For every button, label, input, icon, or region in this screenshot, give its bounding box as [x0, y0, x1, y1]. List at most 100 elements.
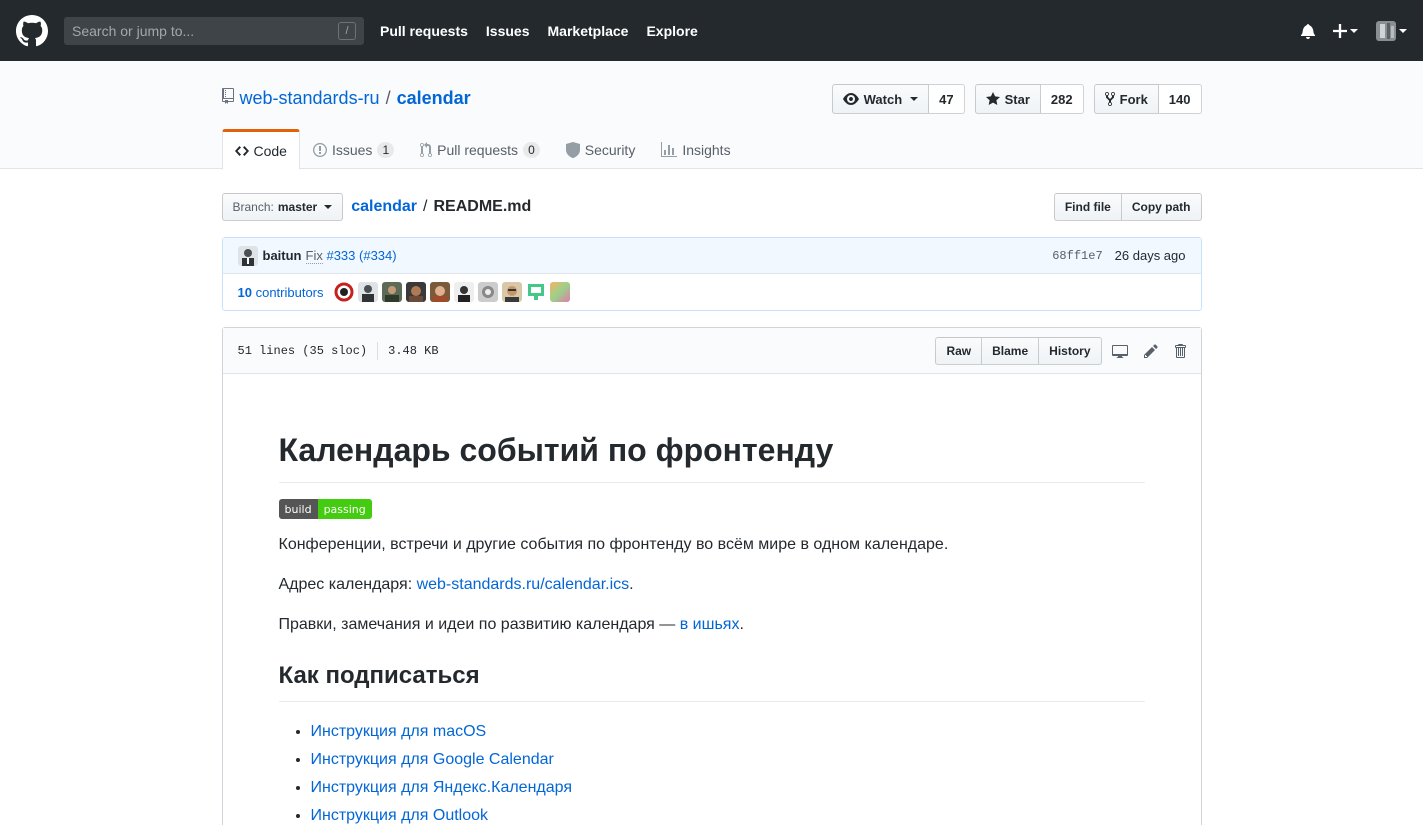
nav-issues[interactable]: Issues: [486, 23, 530, 39]
contributors-link[interactable]: 10 contributors: [238, 285, 324, 300]
global-header: Search or jump to... / Pull requests Iss…: [0, 0, 1423, 61]
avatar[interactable]: [429, 282, 450, 302]
list-item: Инструкция для Google Calendar: [311, 746, 1145, 774]
badge-status: passing: [317, 499, 372, 519]
tab-code[interactable]: Code: [221, 129, 300, 170]
commit-issue-link[interactable]: #333: [326, 248, 355, 263]
commit-message: Fix #333 (#334): [305, 248, 397, 264]
contributors-bar: 10 contributors: [223, 274, 1201, 310]
fork-label: Fork: [1119, 91, 1148, 107]
issue-opened-icon: [312, 143, 327, 157]
avatar[interactable]: [525, 282, 546, 302]
yandex-calendar-instructions-link[interactable]: Инструкция для Яндекс.Календаря: [311, 779, 573, 796]
star-button[interactable]: Star: [974, 84, 1041, 114]
avatar[interactable]: [357, 282, 378, 302]
repo-name-link[interactable]: calendar: [397, 88, 471, 109]
commit-message-link[interactable]: Fix: [305, 248, 323, 264]
commit-author-link[interactable]: baitun: [263, 248, 302, 263]
commit-sha-link[interactable]: 68ff1e7: [1052, 249, 1102, 263]
blame-button[interactable]: Blame: [982, 336, 1040, 365]
star-count[interactable]: 282: [1040, 84, 1084, 114]
tab-issues-label: Issues: [331, 142, 373, 158]
file-box: 51 lines (35 sloc) 3.48 KB Raw Blame His…: [221, 327, 1202, 825]
star-icon: [985, 92, 1000, 105]
code-icon: [234, 145, 249, 156]
feedback-text: Правки, замечания и идеи по развитию кал…: [278, 616, 680, 633]
calendar-address-suffix: .: [629, 576, 634, 593]
avatar: [1376, 20, 1396, 41]
readme-feedback: Правки, замечания и идеи по развитию кал…: [279, 613, 1145, 637]
avatar[interactable]: [453, 282, 474, 302]
search-placeholder: Search or jump to...: [72, 22, 195, 39]
calendar-ics-link[interactable]: web-standards.ru/calendar.ics: [417, 576, 630, 593]
google-calendar-instructions-link[interactable]: Инструкция для Google Calendar: [311, 751, 554, 768]
tab-security[interactable]: Security: [553, 129, 649, 169]
tab-pull-requests-label: Pull requests: [437, 142, 519, 158]
file-info-divider: [377, 341, 379, 360]
main-content: Branch: master calendar / README.md Find…: [221, 169, 1202, 825]
pencil-icon[interactable]: [1143, 343, 1158, 359]
find-file-button[interactable]: Find file: [1053, 193, 1122, 221]
readme-intro: Конференции, встречи и другие события по…: [278, 536, 949, 553]
readme-title: Календарь событий по фронтенду: [278, 430, 1145, 483]
file-nav-actions: Find file Copy path: [1053, 193, 1202, 221]
commit-pr-link[interactable]: (#334): [359, 248, 397, 263]
branch-prefix: Branch:: [232, 200, 274, 214]
repo-owner-link[interactable]: web-standards-ru: [240, 88, 380, 109]
issues-link[interactable]: в ишьях: [680, 616, 740, 633]
nav-marketplace[interactable]: Marketplace: [548, 23, 629, 39]
raw-button[interactable]: Raw: [935, 336, 983, 365]
shield-icon: [565, 142, 580, 158]
trash-icon[interactable]: [1174, 343, 1186, 359]
fork-group: Fork 140: [1093, 84, 1202, 114]
avatar[interactable]: [549, 282, 570, 302]
bell-icon[interactable]: [1301, 23, 1315, 39]
history-button[interactable]: History: [1039, 336, 1102, 365]
avatar[interactable]: [405, 282, 426, 302]
desktop-icon[interactable]: [1111, 343, 1128, 359]
readme: Календарь событий по фронтенду build pas…: [223, 374, 1201, 825]
contributors-count: 10: [237, 284, 252, 300]
subscribe-list: Инструкция для macOS Инструкция для Goog…: [279, 718, 1145, 825]
avatar[interactable]: [333, 282, 354, 302]
branch-select-button[interactable]: Branch: master: [221, 193, 344, 221]
avatar[interactable]: [381, 282, 402, 302]
repo-actions: Watch 47 Star 282 Fork 140: [831, 84, 1202, 114]
commit-tease: baitun Fix #333 (#334) 68ff1e7 26 days a…: [222, 238, 1201, 274]
watch-count[interactable]: 47: [929, 84, 965, 114]
star-group: Star 282: [974, 84, 1084, 114]
contributors-label: contributors: [255, 284, 324, 300]
outlook-instructions-link[interactable]: Инструкция для Outlook: [311, 807, 489, 824]
breadcrumb: calendar / README.md: [351, 198, 531, 216]
commit-time: 26 days ago: [1114, 248, 1186, 263]
avatar[interactable]: [501, 282, 522, 302]
nav-pull-requests[interactable]: Pull requests: [380, 23, 468, 39]
tab-issues[interactable]: Issues 1: [300, 129, 407, 169]
github-logo-icon[interactable]: [16, 14, 48, 47]
tab-insights-label: Insights: [682, 142, 731, 158]
copy-path-button[interactable]: Copy path: [1121, 193, 1202, 221]
avatar[interactable]: [477, 282, 498, 302]
repo-icon: [221, 88, 234, 109]
nav-explore[interactable]: Explore: [646, 23, 697, 39]
star-label: Star: [1004, 91, 1030, 107]
search-shortcut-hint: /: [338, 21, 356, 40]
macos-instructions-link[interactable]: Инструкция для macOS: [311, 723, 487, 740]
global-nav: Pull requests Issues Marketplace Explore: [380, 23, 716, 39]
repo-nav: Code Issues 1 Pull requests 0 Security I…: [221, 129, 744, 170]
fork-button[interactable]: Fork: [1093, 84, 1159, 114]
plus-dropdown-icon[interactable]: [1333, 23, 1358, 38]
build-status-badge[interactable]: build passing: [278, 499, 372, 519]
watch-button[interactable]: Watch: [831, 84, 930, 114]
avatar[interactable]: [237, 245, 258, 266]
repo-title: web-standards-ru / calendar: [221, 88, 471, 109]
user-avatar-dropdown[interactable]: [1376, 20, 1407, 41]
breadcrumb-root-link[interactable]: calendar: [351, 198, 417, 216]
tab-insights[interactable]: Insights: [648, 129, 743, 169]
contributor-avatars: [333, 282, 570, 302]
chevron-down-icon: [324, 205, 333, 209]
tab-pull-requests[interactable]: Pull requests 0: [407, 129, 553, 169]
file-size: 3.48 KB: [388, 343, 439, 358]
search-input[interactable]: Search or jump to... /: [64, 16, 364, 45]
fork-count[interactable]: 140: [1158, 84, 1202, 114]
